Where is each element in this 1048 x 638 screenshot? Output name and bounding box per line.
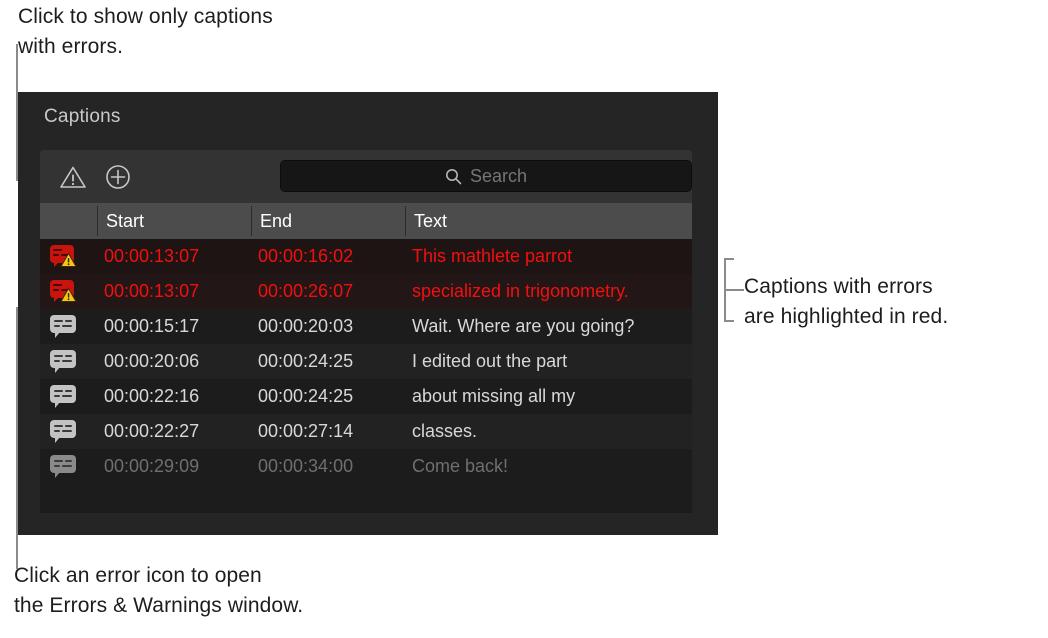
caption-bubble-glyph: [50, 315, 76, 338]
table-row[interactable]: 00:00:20:06 00:00:24:25 I edited out the p…: [40, 344, 692, 379]
table-row[interactable]: 00:00:13:07 00:00:16:02 This mathlete parr…: [40, 239, 692, 274]
captions-panel: Captions Search: [18, 92, 718, 535]
caption-icon: [50, 315, 76, 338]
plus-circle-icon[interactable]: [103, 162, 133, 192]
bracket-tick-bottom: [724, 320, 734, 322]
caption-bubble-glyph: [50, 350, 76, 373]
table-row[interactable]: 00:00:22:27 00:00:27:14 classes.: [40, 414, 692, 449]
bracket-stem: [724, 289, 744, 291]
warning-badge-icon: [60, 287, 77, 303]
header-divider: [405, 206, 406, 236]
caption-icon: [50, 350, 76, 373]
cell-start: 00:00:15:17: [104, 316, 199, 337]
cell-text: classes.: [412, 421, 477, 442]
cell-start: 00:00:13:07: [104, 281, 199, 302]
cell-start: 00:00:22:27: [104, 421, 199, 442]
search-placeholder: Search: [470, 166, 527, 187]
captions-table-body: 00:00:13:07 00:00:16:02 This mathlete parr…: [40, 239, 692, 484]
column-header-text[interactable]: Text: [414, 211, 447, 232]
captions-table: Start End Text 00:00:13:07 00:00:16:02 Thi…: [40, 203, 692, 513]
cell-end: 00:00:34:00: [258, 456, 353, 477]
table-empty-area: [40, 484, 692, 513]
cell-end: 00:00:24:25: [258, 351, 353, 372]
table-row[interactable]: 00:00:22:16 00:00:24:25 about missing all …: [40, 379, 692, 414]
cell-end: 00:00:24:25: [258, 386, 353, 407]
callout-text-errors: Captions with errors are highlighted in …: [744, 272, 1044, 332]
caption-error-glyph[interactable]: [50, 245, 78, 270]
cell-start: 00:00:13:07: [104, 246, 199, 267]
bracket-tick-top: [724, 258, 734, 260]
cell-end: 00:00:26:07: [258, 281, 353, 302]
plus-circle-glyph: [103, 162, 133, 192]
callout-text-filter: Click to show only captions with errors.: [18, 2, 438, 62]
table-row[interactable]: 00:00:29:09 00:00:34:00 Come back!: [40, 449, 692, 484]
caption-bubble-glyph: [50, 455, 76, 478]
captions-toolbar: Search: [40, 150, 692, 203]
cell-start: 00:00:22:16: [104, 386, 199, 407]
caption-error-icon[interactable]: [50, 245, 78, 270]
table-row[interactable]: 00:00:15:17 00:00:20:03 Wait. Where are yo…: [40, 309, 692, 344]
warning-badge-icon: [60, 252, 77, 268]
cell-start: 00:00:29:09: [104, 456, 199, 477]
caption-icon: [50, 420, 76, 443]
cell-text: about missing all my: [412, 386, 575, 407]
cell-end: 00:00:27:14: [258, 421, 353, 442]
header-divider: [97, 206, 98, 236]
page-title: Captions: [44, 106, 121, 128]
cell-text: Wait. Where are you going?: [412, 316, 634, 337]
column-header-end[interactable]: End: [260, 211, 292, 232]
column-header-start[interactable]: Start: [106, 211, 144, 232]
caption-icon: [50, 385, 76, 408]
caption-error-icon[interactable]: [50, 280, 78, 305]
table-row[interactable]: 00:00:13:07 00:00:26:07 specialized in tri…: [40, 274, 692, 309]
cell-end: 00:00:20:03: [258, 316, 353, 337]
search-input[interactable]: Search: [280, 160, 692, 192]
warning-triangle-glyph: [58, 162, 88, 192]
warning-triangle-icon[interactable]: [58, 162, 88, 192]
table-header-row: Start End Text: [40, 203, 692, 239]
cell-start: 00:00:20:06: [104, 351, 199, 372]
caption-error-glyph[interactable]: [50, 280, 78, 305]
caption-bubble-glyph: [50, 420, 76, 443]
cell-end: 00:00:16:02: [258, 246, 353, 267]
cell-text: specialized in trigonometry.: [412, 281, 629, 302]
search-icon: [445, 168, 462, 185]
cell-text: This mathlete parrot: [412, 246, 572, 267]
callout-text-error-icon: Click an error icon to open the Errors &…: [14, 561, 474, 621]
cell-text: I edited out the part: [412, 351, 567, 372]
cell-text: Come back!: [412, 456, 508, 477]
caption-icon: [50, 455, 76, 478]
caption-bubble-glyph: [50, 385, 76, 408]
header-divider: [251, 206, 252, 236]
